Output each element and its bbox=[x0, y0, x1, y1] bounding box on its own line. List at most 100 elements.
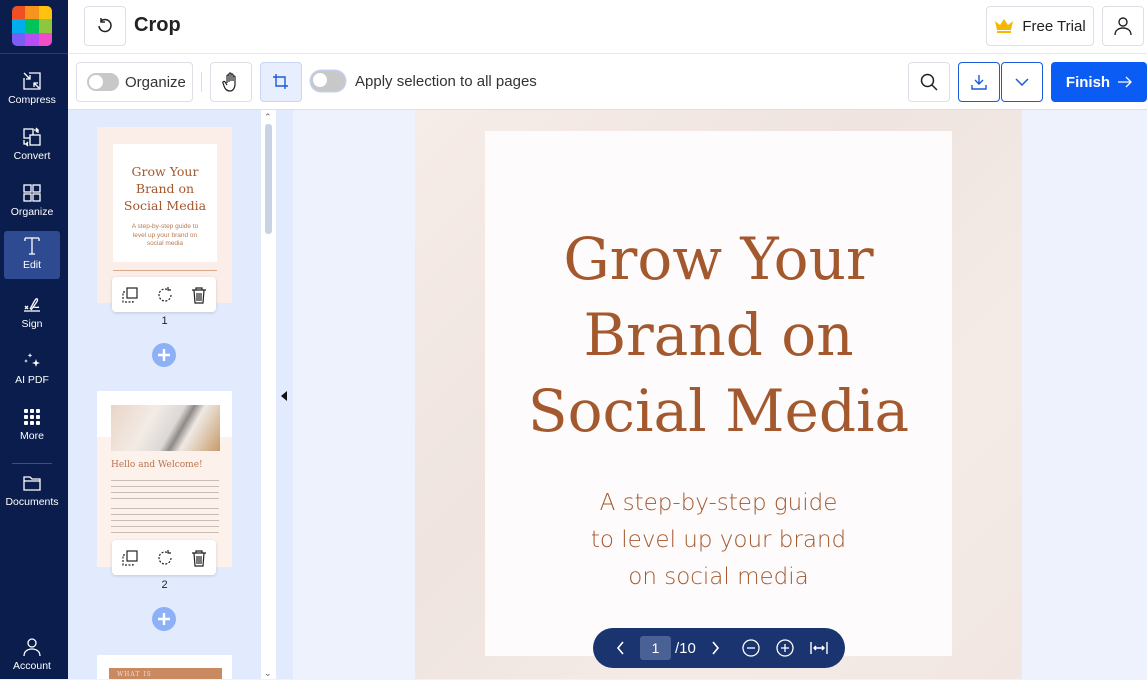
thumbnail-subtitle: A step-by-step guide to level up your br… bbox=[131, 223, 199, 247]
page-total: /10 bbox=[675, 639, 696, 657]
logo-tile bbox=[12, 6, 26, 20]
app-logo[interactable] bbox=[12, 6, 52, 46]
sidebar: Compress Convert Organize Edit Sign AI P… bbox=[0, 0, 68, 679]
fit-width-icon[interactable] bbox=[810, 641, 828, 655]
thumbnail-body-text bbox=[111, 478, 219, 502]
document-content: Grow Your Brand on Social Media A step-b… bbox=[485, 131, 952, 656]
folder-icon bbox=[23, 476, 41, 491]
title-line: Grow Your bbox=[563, 225, 874, 293]
divider bbox=[201, 72, 202, 92]
page-title: Crop bbox=[134, 14, 181, 36]
crown-icon bbox=[995, 19, 1014, 33]
organize-icon bbox=[23, 184, 41, 202]
sidebar-item-label: Sign bbox=[21, 318, 43, 330]
free-trial-button[interactable]: Free Trial bbox=[986, 6, 1094, 46]
sidebar-item-convert[interactable]: Convert bbox=[4, 122, 60, 170]
signature-icon bbox=[24, 298, 40, 312]
subtitle-line: to level up your brand bbox=[590, 527, 847, 553]
hand-icon bbox=[222, 72, 236, 92]
download-icon bbox=[971, 75, 987, 90]
sidebar-item-label: Compress bbox=[8, 94, 56, 106]
zoom-in-icon[interactable] bbox=[776, 639, 794, 657]
download-options-button[interactable] bbox=[1001, 62, 1043, 102]
logo-tile bbox=[12, 19, 26, 33]
scrollbar-thumb[interactable] bbox=[265, 124, 272, 234]
apply-all-label: Apply selection to all pages bbox=[355, 72, 537, 90]
sidebar-item-account[interactable]: Account bbox=[4, 632, 60, 680]
text-edit-icon bbox=[24, 237, 40, 255]
subtitle-line: A step-by-step guide bbox=[599, 490, 838, 516]
organize-toggle[interactable]: Organize bbox=[76, 62, 193, 102]
duplicate-icon[interactable] bbox=[121, 549, 139, 567]
sidebar-item-organize[interactable]: Organize bbox=[4, 178, 60, 226]
rotate-icon[interactable] bbox=[156, 549, 174, 567]
zoom-out-icon[interactable] bbox=[742, 639, 760, 657]
divider bbox=[0, 53, 68, 54]
scroll-up-icon[interactable]: ⌃ bbox=[264, 112, 272, 123]
user-icon bbox=[23, 638, 41, 657]
finish-label: Finish bbox=[1065, 73, 1111, 91]
apply-all-toggle[interactable]: Apply selection to all pages bbox=[311, 71, 537, 91]
free-trial-label: Free Trial bbox=[1022, 17, 1086, 35]
plus-icon bbox=[158, 349, 170, 361]
thumbnail-photo bbox=[111, 405, 220, 451]
thumbnail-title: WHAT IS bbox=[109, 668, 222, 679]
finish-button[interactable]: Finish bbox=[1051, 62, 1147, 102]
sidebar-item-label: Edit bbox=[22, 259, 42, 271]
title-line: Social Media bbox=[527, 377, 910, 445]
sidebar-item-documents[interactable]: Documents bbox=[2, 468, 62, 516]
sidebar-item-more[interactable]: More bbox=[4, 402, 60, 450]
crop-tool-button[interactable] bbox=[260, 62, 302, 102]
sidebar-item-ai-pdf[interactable]: AI PDF bbox=[4, 346, 60, 394]
account-button[interactable] bbox=[1102, 6, 1144, 46]
page-number-input[interactable]: 1 bbox=[640, 636, 671, 660]
divider bbox=[113, 270, 217, 271]
download-button[interactable] bbox=[958, 62, 1000, 102]
toggle-switch[interactable] bbox=[311, 71, 345, 91]
logo-tile bbox=[25, 6, 39, 20]
toggle-switch[interactable] bbox=[87, 73, 119, 91]
search-icon bbox=[920, 73, 938, 91]
delete-icon[interactable] bbox=[191, 286, 207, 304]
thumbnail-card: Grow Your Brand on Social Media A step-b… bbox=[113, 144, 217, 262]
search-button[interactable] bbox=[908, 62, 950, 102]
sidebar-item-label: Account bbox=[13, 660, 51, 672]
page-number: 2 bbox=[161, 579, 168, 591]
organize-label: Organize bbox=[125, 73, 186, 91]
sidebar-item-compress[interactable]: Compress bbox=[4, 66, 60, 114]
previous-page-icon[interactable] bbox=[616, 641, 625, 655]
subtitle-line: on social media bbox=[628, 564, 809, 590]
scroll-down-icon[interactable]: ⌄ bbox=[264, 668, 272, 679]
sidebar-item-label: Organize bbox=[10, 206, 54, 218]
undo-button[interactable] bbox=[84, 6, 126, 46]
thumbnail-title: Grow Your Brand on Social Media bbox=[123, 164, 207, 213]
thumbnail-toolbar bbox=[112, 540, 216, 575]
pan-tool-button[interactable] bbox=[210, 62, 252, 102]
sidebar-item-label: More bbox=[20, 430, 44, 442]
undo-icon bbox=[98, 18, 112, 33]
duplicate-icon[interactable] bbox=[121, 286, 139, 304]
next-page-icon[interactable] bbox=[711, 641, 720, 655]
sidebar-item-label: Documents bbox=[5, 496, 59, 508]
add-page-button[interactable] bbox=[152, 607, 176, 631]
delete-icon[interactable] bbox=[191, 549, 207, 567]
page-thumbnail-3[interactable]: WHAT IS bbox=[97, 655, 232, 679]
crop-icon bbox=[273, 74, 288, 89]
chevron-down-icon bbox=[1015, 78, 1029, 86]
plus-icon bbox=[158, 613, 170, 625]
page-navigation: 1 /10 bbox=[593, 628, 845, 668]
collapse-panel-icon[interactable] bbox=[281, 391, 287, 401]
thumbnail-toolbar bbox=[112, 277, 216, 312]
sidebar-item-sign[interactable]: Sign bbox=[4, 290, 60, 338]
add-page-button[interactable] bbox=[152, 343, 176, 367]
sidebar-item-label: Convert bbox=[13, 150, 51, 162]
divider bbox=[12, 463, 52, 464]
convert-icon bbox=[23, 127, 41, 147]
compress-icon bbox=[23, 72, 41, 90]
thumbnail-title: Hello and Welcome! bbox=[111, 460, 203, 470]
logo-tile bbox=[38, 6, 52, 20]
logo-tile bbox=[38, 19, 52, 33]
arrow-right-icon bbox=[1118, 76, 1132, 88]
sidebar-item-edit[interactable]: Edit bbox=[4, 231, 60, 279]
rotate-icon[interactable] bbox=[156, 286, 174, 304]
